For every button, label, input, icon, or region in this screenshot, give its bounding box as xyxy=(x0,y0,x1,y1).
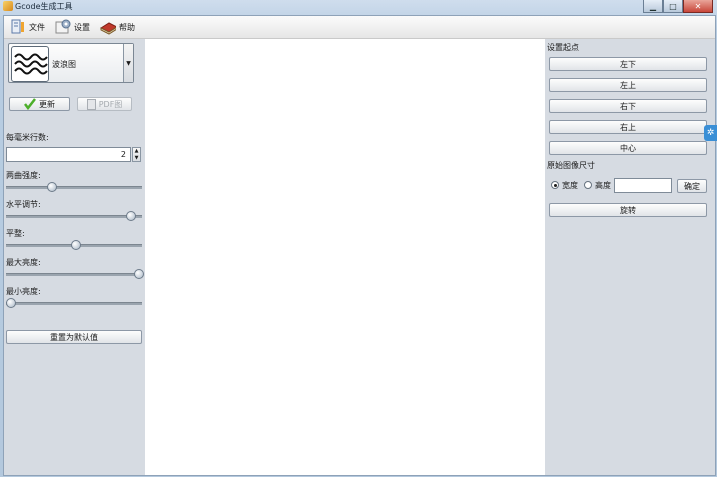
wave-pattern-icon xyxy=(11,46,49,82)
confirm-button[interactable]: 确定 xyxy=(677,179,707,193)
stepper-up-icon[interactable]: ▲ xyxy=(135,148,139,154)
main-frame: 文件 设置 帮助 波浪图 ▼ 更新 PDF图 每毫米行数: 2 ▲ ▼ 两曲强度… xyxy=(3,15,716,476)
reset-defaults-button[interactable]: 重置为默认值 xyxy=(6,330,142,344)
pattern-dropdown[interactable]: 波浪图 ▼ xyxy=(8,43,134,83)
rotate-button-label: 旋转 xyxy=(620,205,636,215)
confirm-button-label: 确定 xyxy=(684,181,700,191)
maximize-icon: □ xyxy=(669,1,677,11)
slider-label: 最大亮度: xyxy=(6,258,41,267)
settings-menu-label: 设置 xyxy=(74,22,90,32)
slider-label: 水平调节: xyxy=(6,200,41,209)
file-menu-label: 文件 xyxy=(29,22,45,32)
reset-defaults-label: 重置为默认值 xyxy=(50,332,98,342)
width-radio[interactable] xyxy=(551,181,559,189)
slider[interactable] xyxy=(6,240,142,250)
slider-track[interactable] xyxy=(6,302,142,305)
pattern-name: 波浪图 xyxy=(52,60,76,69)
document-icon xyxy=(86,98,96,110)
start-point-button[interactable]: 中心 xyxy=(549,141,707,155)
app-window: Gcode生成工具 ▁ □ ✕ 文件 设置 帮助 波浪图 ▼ 更新 PDF图 每… xyxy=(0,0,717,477)
slider[interactable] xyxy=(6,298,142,308)
slider-track[interactable] xyxy=(6,273,142,276)
update-button[interactable]: 更新 xyxy=(9,97,70,111)
left-panel: 波浪图 ▼ 更新 PDF图 每毫米行数: 2 ▲ ▼ 两曲强度: 水平调节: 平整:… xyxy=(4,39,145,475)
start-point-button-label: 右下 xyxy=(620,101,636,111)
update-button-label: 更新 xyxy=(39,99,55,109)
slider-label: 最小亮度: xyxy=(6,287,41,296)
start-point-button[interactable]: 右下 xyxy=(549,99,707,113)
lines-per-mm-stepper: 2 ▲ ▼ xyxy=(6,147,141,162)
maximize-button[interactable]: □ xyxy=(663,0,683,13)
slider-thumb[interactable] xyxy=(46,182,57,192)
slider[interactable] xyxy=(6,182,142,192)
close-icon: ✕ xyxy=(694,1,702,11)
settings-icon xyxy=(55,19,71,35)
slider[interactable] xyxy=(6,269,144,279)
stepper-buttons[interactable]: ▲ ▼ xyxy=(132,147,141,162)
slider-track[interactable] xyxy=(6,215,142,218)
file-icon xyxy=(10,19,26,35)
app-icon xyxy=(3,1,13,11)
stepper-down-icon[interactable]: ▼ xyxy=(135,155,139,161)
slider-track[interactable] xyxy=(6,186,142,189)
slider-thumb[interactable] xyxy=(134,269,144,279)
original-size-label: 原始图像尺寸 xyxy=(547,161,595,170)
file-menu[interactable]: 文件 xyxy=(10,17,45,37)
slider-thumb[interactable] xyxy=(6,298,16,308)
dropdown-arrow-icon[interactable]: ▼ xyxy=(123,44,133,82)
minimize-icon: ▁ xyxy=(649,1,657,11)
start-point-button[interactable]: 右上 xyxy=(549,120,707,134)
pdf-button[interactable]: PDF图 xyxy=(77,97,132,111)
book-icon xyxy=(100,19,116,35)
menu-toolbar: 文件 设置 帮助 xyxy=(4,16,715,39)
lines-per-mm-label: 每毫米行数: xyxy=(6,133,49,142)
preview-canvas[interactable] xyxy=(145,39,545,475)
close-button[interactable]: ✕ xyxy=(683,0,713,13)
window-title: Gcode生成工具 xyxy=(15,2,73,11)
height-radio-label: 高度 xyxy=(595,181,611,190)
right-panel: 设置起点 左下左上右下右上中心 原始图像尺寸 宽度 高度 确定 旋转 xyxy=(545,39,715,475)
height-radio[interactable] xyxy=(584,181,592,189)
start-point-button-label: 右上 xyxy=(620,122,636,132)
start-point-button-label: 左上 xyxy=(620,80,636,90)
settings-menu[interactable]: 设置 xyxy=(55,17,90,37)
start-point-button-label: 中心 xyxy=(620,143,636,153)
start-point-button[interactable]: 左下 xyxy=(549,57,707,71)
title-bar: Gcode生成工具 ▁ □ ✕ xyxy=(0,0,717,14)
lines-per-mm-input[interactable]: 2 xyxy=(6,147,131,162)
width-radio-label: 宽度 xyxy=(562,181,578,190)
help-menu-label: 帮助 xyxy=(119,22,135,32)
help-menu[interactable]: 帮助 xyxy=(100,17,135,37)
slider-label: 平整: xyxy=(6,229,25,238)
start-point-button[interactable]: 左上 xyxy=(549,78,707,92)
slider-thumb[interactable] xyxy=(126,211,137,221)
slider-label: 两曲强度: xyxy=(6,171,41,180)
start-point-button-label: 左下 xyxy=(620,59,636,69)
size-input[interactable] xyxy=(614,178,672,193)
minimize-button[interactable]: ▁ xyxy=(643,0,663,13)
slider-thumb[interactable] xyxy=(71,240,82,250)
pdf-button-label: PDF图 xyxy=(98,99,123,109)
checkmark-icon xyxy=(24,98,36,110)
gear-icon[interactable]: ✲ xyxy=(704,125,717,141)
rotate-button[interactable]: 旋转 xyxy=(549,203,707,217)
start-point-label: 设置起点 xyxy=(547,43,579,52)
slider[interactable] xyxy=(6,211,142,221)
